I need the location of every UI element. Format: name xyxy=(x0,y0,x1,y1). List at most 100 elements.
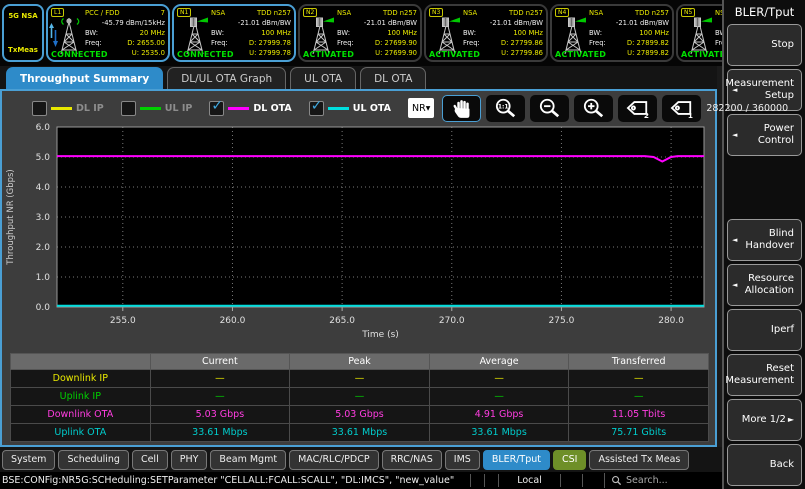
softkey-reset-measurement[interactable]: Reset Measurement xyxy=(727,354,802,396)
bottom-tab-scheduling[interactable]: Scheduling xyxy=(58,450,129,470)
bottom-tab-rrc-nas[interactable]: RRC/NAS xyxy=(382,450,442,470)
softkey-label: Back xyxy=(770,459,794,471)
submenu-arrow-icon: ◄ xyxy=(732,279,737,291)
legend-toggle-dl-ip[interactable]: DL IP xyxy=(32,101,104,116)
cell-connection-status: ACTIVATED xyxy=(303,50,354,59)
svg-text:2.0: 2.0 xyxy=(36,243,51,253)
svg-text:6.0: 6.0 xyxy=(36,123,51,133)
cell-status-N4[interactable]: N4NSATDD n257-21.01 dBm/BWBW:100 MHzFreq… xyxy=(550,4,674,62)
cell-tag-N4: N4 xyxy=(555,8,569,17)
cell-power: -21.01 dBm/BW xyxy=(337,18,417,28)
legend-toggle-ul-ota[interactable]: ✓ UL OTA xyxy=(309,101,391,116)
row-value: 5.03 Gbps xyxy=(150,406,290,424)
cell-bandwidth: BW:100 MHz xyxy=(715,28,722,38)
cell-connection-status: ACTIVATED xyxy=(681,50,722,59)
legend-label: UL OTA xyxy=(353,103,391,114)
checkbox-unchecked[interactable] xyxy=(121,101,136,116)
row-value: 5.03 Gbps xyxy=(290,406,430,424)
row-value: 11.05 Tbits xyxy=(569,406,709,424)
bottom-tab-bler-tput[interactable]: BLER/Tput xyxy=(483,450,550,470)
softkey-spacer xyxy=(727,159,802,219)
bottom-tab-mac-rlc-pdcp[interactable]: MAC/RLC/PDCP xyxy=(289,450,379,470)
zoom-in-button[interactable] xyxy=(574,95,613,122)
cell-tag-N1: N1 xyxy=(177,8,191,17)
checkbox-unchecked[interactable] xyxy=(32,101,47,116)
bottom-tab-csi[interactable]: CSI xyxy=(553,450,586,470)
cell-status-N3[interactable]: N3NSATDD n257-21.01 dBm/BWBW:100 MHzFreq… xyxy=(424,4,548,62)
cell-tag-L1: L1 xyxy=(51,8,64,17)
search-input[interactable]: Search... xyxy=(604,473,722,488)
submenu-arrow-icon: ◄ xyxy=(732,129,737,141)
table-row-downlink-ip: Downlink IP———— xyxy=(11,370,709,388)
bottom-tab-cell[interactable]: Cell xyxy=(132,450,168,470)
cell-status-L1[interactable]: L1PCC / FDD7-45.79 dBm/15kHzBW:20 MHzFre… xyxy=(46,4,170,62)
cell-bandwidth: BW:100 MHz xyxy=(463,28,543,38)
tab-dl-ota[interactable]: DL OTA xyxy=(360,67,426,89)
checkbox-checked[interactable]: ✓ xyxy=(309,101,324,116)
status-bar: BSE:CONFig:NR5G:SCHeduling:SETParameter … xyxy=(0,472,722,489)
cell-connection-status: ACTIVATED xyxy=(429,50,480,59)
marker-1-button[interactable]: 1 xyxy=(662,95,701,122)
marker-2-button[interactable]: 2 xyxy=(618,95,657,122)
svg-text:1.0: 1.0 xyxy=(36,273,51,283)
technology-dropdown-value: NR xyxy=(412,103,426,114)
table-header-cell: Current xyxy=(150,354,290,370)
mode-box: 5G NSA TxMeas xyxy=(2,4,44,62)
cell-bandwidth: BW:100 MHz xyxy=(337,28,417,38)
cell-status-N2[interactable]: N2NSATDD n257-21.01 dBm/BWBW:100 MHzFreq… xyxy=(298,4,422,62)
legend-toggle-ul-ip[interactable]: UL IP xyxy=(121,101,193,116)
cell-name: NSATDD n257 xyxy=(211,8,291,18)
bottom-tab-assisted-tx-meas[interactable]: Assisted Tx Meas xyxy=(589,450,689,470)
softkey-back[interactable]: Back xyxy=(727,444,802,486)
cell-status-N5[interactable]: N5NSATDD n257-21.01 dBm/BWBW:100 MHzFreq… xyxy=(676,4,722,62)
cell-connection-status: CONNECTED xyxy=(51,50,108,59)
cell-connection-status: CONNECTED xyxy=(177,50,234,59)
cell-tag-N5: N5 xyxy=(681,8,695,17)
softkey-power-control[interactable]: ◄Power Control xyxy=(727,114,802,156)
tab-throughput-summary[interactable]: Throughput Summary xyxy=(6,67,163,89)
softkey-iperf[interactable]: Iperf xyxy=(727,309,802,351)
softkey-sidebar: BLER/Tput Stop◄Measurement Setup◄Power C… xyxy=(722,0,805,489)
cell-name: NSATDD n257 xyxy=(337,8,417,18)
softkey-title: BLER/Tput xyxy=(727,0,802,24)
tab-ul-ota[interactable]: UL OTA xyxy=(290,67,356,89)
cell-freq-dl: Freq:D: 27799.86 xyxy=(463,38,543,48)
scpi-command-text: BSE:CONFig:NR5G:SCHeduling:SETParameter … xyxy=(0,475,470,486)
tab-dl-ul-ota-graph[interactable]: DL/UL OTA Graph xyxy=(167,67,286,89)
status-separator xyxy=(470,474,484,487)
pan-hand-button[interactable] xyxy=(442,95,481,122)
cell-status-N1[interactable]: N1NSATDD n257-21.01 dBm/BWBW:100 MHzFreq… xyxy=(172,4,296,62)
svg-text:2: 2 xyxy=(644,111,649,119)
legend-toggle-dl-ota[interactable]: ✓DL OTA xyxy=(209,101,291,116)
bottom-tab-phy[interactable]: PHY xyxy=(171,450,208,470)
row-value: 75.71 Gbits xyxy=(569,424,709,442)
throughput-table-head: CurrentPeakAverageTransferred xyxy=(11,354,709,370)
checkbox-checked[interactable]: ✓ xyxy=(209,101,224,116)
bottom-tab-beam-mgmt[interactable]: Beam Mgmt xyxy=(210,450,286,470)
cell-power: -21.01 dBm/BW xyxy=(589,18,669,28)
table-row-uplink-ota: Uplink OTA33.61 Mbps33.61 Mbps33.61 Mbps… xyxy=(11,424,709,442)
row-value: — xyxy=(429,388,569,406)
zoom-1to1-button[interactable]: 1:1 xyxy=(486,95,525,122)
row-value: 33.61 Mbps xyxy=(290,424,430,442)
technology-dropdown[interactable]: NR ▼ xyxy=(408,98,434,118)
zoom-out-button[interactable] xyxy=(530,95,569,122)
softkey-more-1-2[interactable]: More 1/2► xyxy=(727,399,802,441)
svg-text:Time (s): Time (s) xyxy=(361,330,399,340)
svg-text:3.0: 3.0 xyxy=(36,213,51,223)
softkey-stop[interactable]: Stop xyxy=(727,24,802,66)
row-value: — xyxy=(150,388,290,406)
row-value: 33.61 Mbps xyxy=(429,424,569,442)
softkey-blind-handover[interactable]: ◄Blind Handover xyxy=(727,219,802,261)
bottom-tab-system[interactable]: System xyxy=(2,450,55,470)
softkey-label: More 1/2 xyxy=(742,414,786,426)
softkey-resource-allocation[interactable]: ◄Resource Allocation xyxy=(727,264,802,306)
submenu-arrow-icon: ◄ xyxy=(732,234,737,246)
row-value: — xyxy=(290,388,430,406)
legend-label: UL IP xyxy=(165,103,193,114)
cell-power: -21.01 dBm/BW xyxy=(463,18,543,28)
svg-text:1: 1 xyxy=(688,111,693,119)
svg-text:270.0: 270.0 xyxy=(439,316,465,326)
table-header-cell xyxy=(11,354,151,370)
bottom-tab-ims[interactable]: IMS xyxy=(445,450,480,470)
